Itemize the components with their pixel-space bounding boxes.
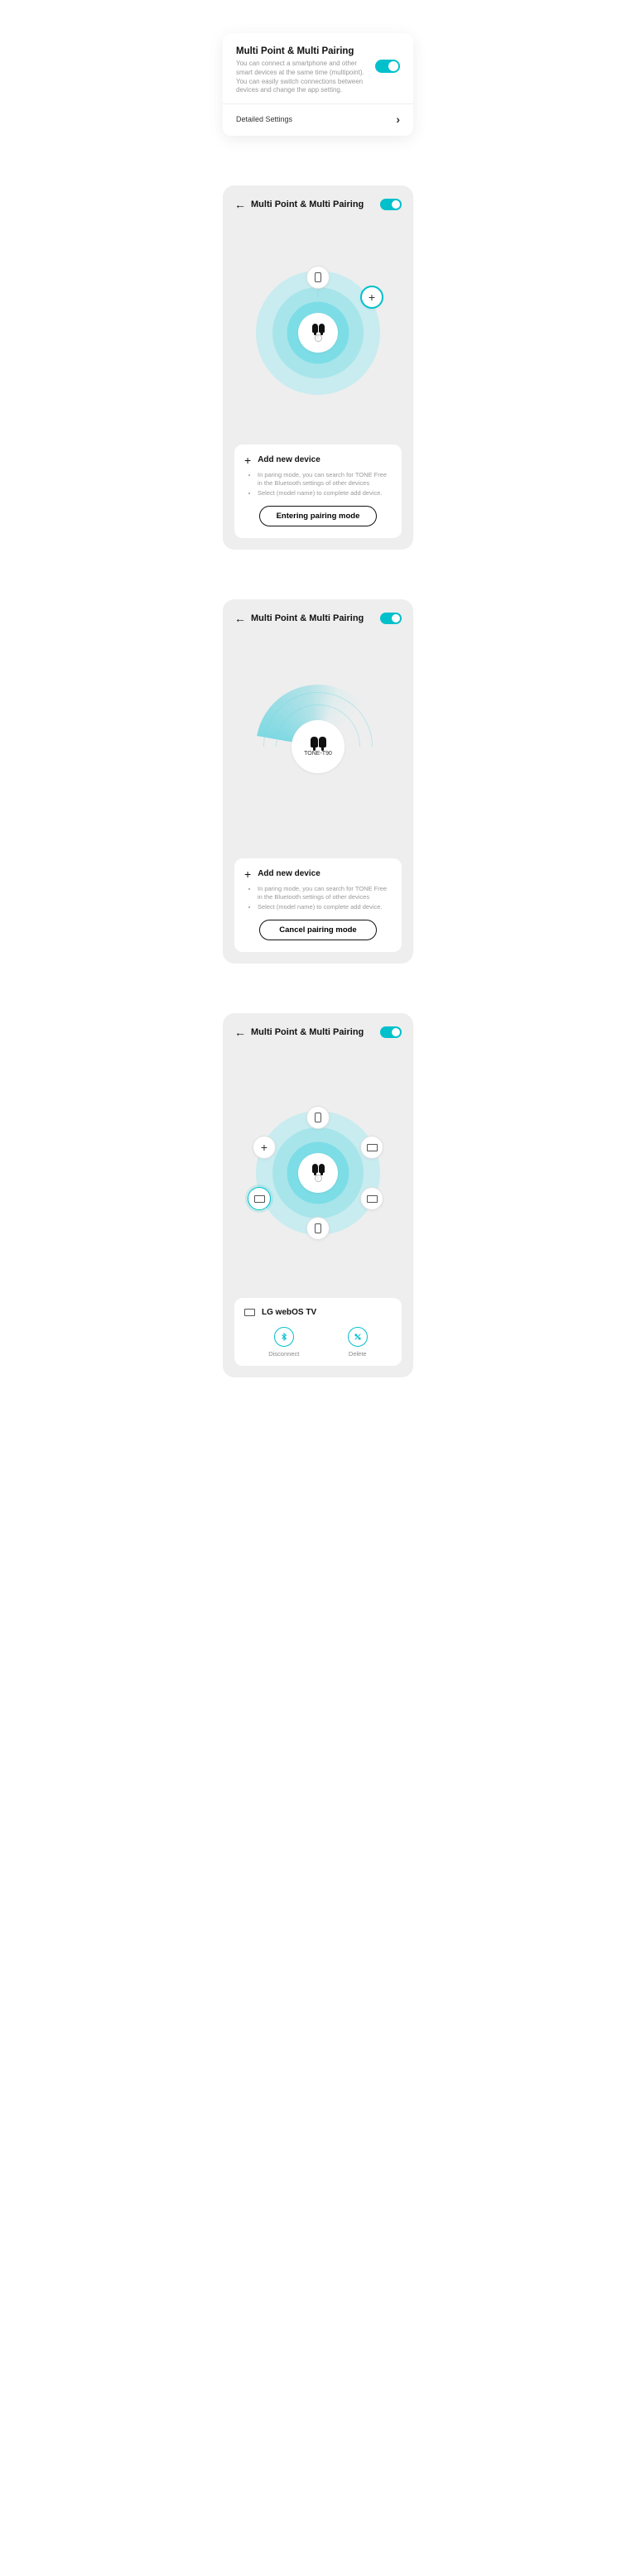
device-map-visualization: + i	[234, 1048, 402, 1298]
back-icon[interactable]: ←	[234, 1026, 246, 1038]
add-device-title: Add new device	[258, 869, 320, 878]
multipoint-toggle[interactable]	[375, 60, 400, 73]
panel-title: Multi Point & Multi Pairing	[251, 613, 375, 623]
device-model-label: TONE-T90	[304, 751, 332, 757]
device-phone-icon[interactable]	[306, 1106, 330, 1129]
disconnect-label: Disconnect	[268, 1350, 299, 1358]
connected-phone-icon[interactable]	[306, 266, 330, 289]
multipoint-toggle[interactable]	[380, 613, 402, 624]
add-device-card: + Add new device In paring mode, you can…	[234, 858, 402, 952]
instructions-list: In paring mode, you can search for TONE …	[258, 471, 392, 497]
pairing-panel-searching: ← Multi Point & Multi Pairing TONE-T90 +…	[223, 599, 413, 964]
selected-device-card: LG webOS TV Disconnect	[234, 1298, 402, 1366]
multipoint-settings-card: Multi Point & Multi Pairing You can conn…	[223, 33, 413, 136]
add-device-icon[interactable]: +	[253, 1136, 276, 1159]
earbuds-icon[interactable]: i	[298, 313, 338, 353]
device-phone-icon[interactable]	[306, 1217, 330, 1240]
add-device-icon[interactable]: +	[360, 286, 383, 309]
panel-title: Multi Point & Multi Pairing	[251, 1027, 375, 1037]
enter-pairing-button[interactable]: Entering pairing mode	[259, 506, 377, 526]
cancel-pairing-button[interactable]: Cancel pairing mode	[259, 920, 377, 940]
instruction-item: In paring mode, you can search for TONE …	[258, 471, 392, 488]
instruction-item: Select (model name) to complete add devi…	[258, 903, 392, 911]
device-visualization: + i	[234, 220, 402, 445]
multipoint-toggle[interactable]	[380, 1026, 402, 1038]
back-icon[interactable]: ←	[234, 199, 246, 210]
delete-button[interactable]: Delete	[348, 1327, 368, 1358]
detailed-settings-row[interactable]: Detailed Settings ›	[236, 104, 400, 126]
chevron-right-icon: ›	[396, 113, 400, 126]
selected-device-name: LG webOS TV	[262, 1308, 316, 1317]
add-device-card: + Add new device In paring mode, you can…	[234, 445, 402, 538]
instruction-item: In paring mode, you can search for TONE …	[258, 885, 392, 901]
plus-icon: +	[244, 868, 251, 880]
info-icon[interactable]: i	[315, 334, 322, 342]
earbuds-icon[interactable]: i	[298, 1153, 338, 1193]
device-tv-icon[interactable]	[360, 1136, 383, 1159]
card-title: Multi Point & Multi Pairing	[236, 46, 400, 56]
add-device-title: Add new device	[258, 455, 320, 464]
detailed-settings-label: Detailed Settings	[236, 115, 292, 123]
instructions-list: In paring mode, you can search for TONE …	[258, 885, 392, 911]
panel-title: Multi Point & Multi Pairing	[251, 199, 375, 209]
pairing-panel-initial: ← Multi Point & Multi Pairing + i	[223, 185, 413, 550]
multipoint-toggle[interactable]	[380, 199, 402, 210]
device-tv-selected-icon[interactable]	[248, 1187, 271, 1210]
delete-label: Delete	[349, 1350, 367, 1358]
earbuds-icon: TONE-T90	[292, 720, 344, 773]
bluetooth-off-icon	[274, 1327, 294, 1347]
device-tv-icon[interactable]	[360, 1187, 383, 1210]
info-icon[interactable]: i	[315, 1175, 322, 1182]
back-icon[interactable]: ←	[234, 613, 246, 624]
delete-icon	[348, 1327, 368, 1347]
radar-visualization: TONE-T90	[234, 634, 402, 858]
disconnect-button[interactable]: Disconnect	[268, 1327, 299, 1358]
pairing-panel-multi: ← Multi Point & Multi Pairing + i	[223, 1013, 413, 1377]
plus-icon: +	[244, 454, 251, 466]
tv-icon	[244, 1309, 255, 1316]
card-description: You can connect a smartphone and other s…	[236, 60, 369, 95]
instruction-item: Select (model name) to complete add devi…	[258, 489, 392, 497]
